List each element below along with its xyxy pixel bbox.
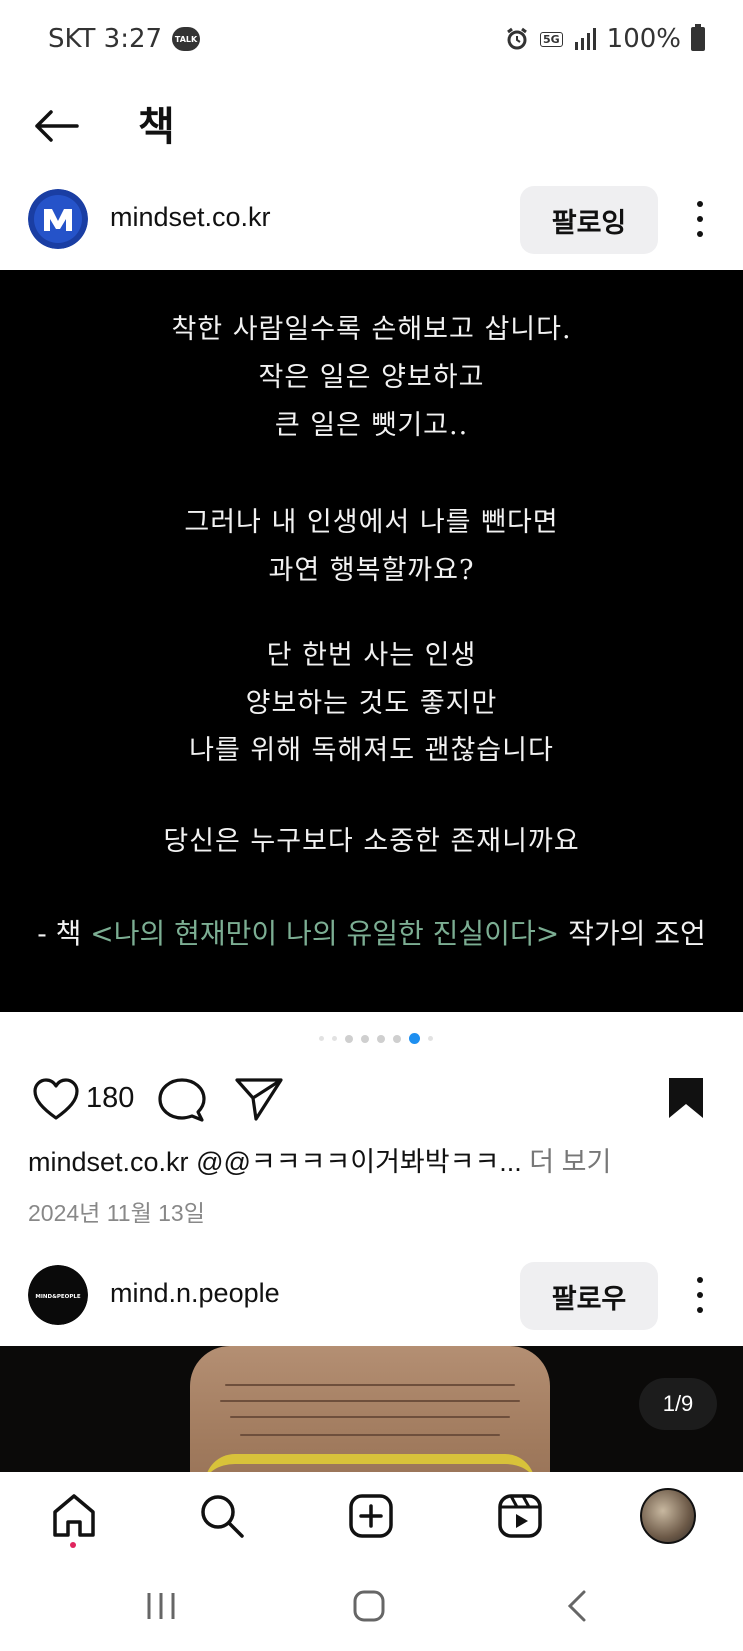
alarm-icon: [507, 27, 527, 50]
carousel-dot: [360, 1034, 369, 1043]
quote-attribution: - 책 <나의 현재만이 나의 유일한 진실이다> 작가의 조언: [0, 912, 743, 952]
post-actions: 180: [0, 1070, 743, 1130]
nav-search[interactable]: [194, 1488, 250, 1544]
top-header: 책: [0, 80, 743, 170]
more-dot: [697, 1277, 703, 1283]
bottom-navigation: [0, 1472, 743, 1562]
post-header: MIND&PEOPLE mind.n.people 팔로우: [0, 1252, 743, 1338]
quote-line: 과연 행복할까요?: [268, 555, 475, 586]
attribution-prefix: - 책: [37, 917, 91, 950]
network-badge: 5G: [539, 31, 563, 47]
forehead-wrinkle: [220, 1400, 520, 1402]
more-dot: [697, 216, 703, 222]
carousel-dot: [376, 1034, 385, 1043]
post-username[interactable]: mind.n.people: [110, 1278, 280, 1309]
reels-icon: [498, 1494, 542, 1538]
bookmark-icon: [669, 1078, 703, 1118]
post-header: mindset.co.kr 팔로잉: [0, 176, 743, 262]
like-count[interactable]: 180: [86, 1082, 134, 1115]
post-image[interactable]: 1/9: [0, 1346, 743, 1472]
forehead-wrinkle: [225, 1384, 515, 1386]
carousel-dot: [392, 1034, 401, 1043]
carousel-dot: [318, 1036, 324, 1041]
mind-people-logo-icon: MIND&PEOPLE: [28, 1265, 88, 1325]
mindset-logo-icon: [28, 189, 88, 249]
more-dot: [697, 1307, 703, 1313]
avatar-logo-text: MIND&PEOPLE: [35, 1294, 80, 1300]
page-title: 책: [138, 104, 175, 150]
recent-apps-button[interactable]: [136, 1584, 186, 1628]
more-dot: [697, 1292, 703, 1298]
status-left: SKT 3:27 TALK: [48, 24, 201, 54]
post-caption[interactable]: mindset.co.kr @@ㅋㅋㅋㅋ이거봐박ㅋㅋ... 더 보기: [28, 1140, 728, 1179]
carousel-dot: [427, 1036, 433, 1041]
forehead-wrinkle: [230, 1416, 510, 1418]
paper-plane-icon: [235, 1078, 283, 1121]
quote-line: 양보하는 것도 좋지만: [245, 688, 498, 719]
notification-dot: [70, 1542, 76, 1548]
more-dot: [697, 231, 703, 237]
post-image[interactable]: 착한 사람일수록 손해보고 삽니다. 작은 일은 양보하고 큰 일은 뺏기고..…: [0, 270, 743, 1012]
more-options-button[interactable]: [686, 194, 714, 244]
avatar[interactable]: MIND&PEOPLE: [28, 1265, 88, 1325]
battery-icon: [691, 24, 705, 51]
caption-text: @@ㅋㅋㅋㅋ이거봐박ㅋㅋ...: [188, 1147, 522, 1177]
home-icon: [53, 1494, 95, 1537]
home-circle-icon: [353, 1590, 385, 1622]
attribution-suffix: 작가의 조언: [559, 917, 706, 950]
arrow-left-icon: [35, 110, 79, 142]
carousel-dot: [344, 1034, 353, 1043]
quote-line: 그러나 내 인생에서 나를 뺀다면: [184, 507, 559, 538]
quote-line: 작은 일은 양보하고: [258, 362, 485, 393]
avatar[interactable]: [28, 189, 88, 249]
quote-line: 나를 위해 독해져도 괜찮습니다: [189, 735, 554, 766]
page-indicator: 1/9: [639, 1378, 717, 1430]
nav-create[interactable]: [343, 1488, 399, 1544]
system-navigation-bar: [0, 1562, 743, 1651]
like-button[interactable]: [32, 1076, 80, 1124]
caption-username[interactable]: mindset.co.kr: [28, 1147, 189, 1177]
carrier-time: SKT 3:27: [48, 24, 163, 54]
quote-line: 착한 사람일수록 손해보고 삽니다.: [171, 314, 572, 345]
status-right: 5G 100%: [504, 24, 705, 54]
back-button[interactable]: [28, 98, 84, 154]
more-options-button[interactable]: [686, 1270, 714, 1320]
quote-line: 큰 일은 뺏기고..: [274, 410, 469, 441]
recent-apps-icon: [147, 1593, 175, 1619]
plus-square-icon: [349, 1494, 393, 1538]
more-dot: [697, 201, 703, 207]
profile-avatar: [640, 1488, 696, 1544]
heart-icon: [33, 1078, 79, 1120]
post-date: 2024년 11월 13일: [28, 1200, 205, 1226]
book-title: <나의 현재만이 나의 유일한 진실이다>: [90, 917, 560, 950]
search-icon: [201, 1495, 244, 1538]
follow-button[interactable]: 팔로우: [520, 1262, 658, 1330]
chevron-left-icon: [567, 1590, 586, 1622]
carousel-indicator: [0, 1033, 743, 1044]
speech-bubble-icon: [158, 1078, 206, 1122]
forehead-wrinkle: [240, 1434, 500, 1436]
nav-home[interactable]: [46, 1488, 102, 1544]
save-button[interactable]: [666, 1076, 710, 1124]
back-system-button[interactable]: [552, 1584, 602, 1628]
nav-profile[interactable]: [640, 1488, 696, 1544]
post-username[interactable]: mindset.co.kr: [110, 202, 271, 233]
quote-line: 당신은 누구보다 소중한 존재니까요: [163, 826, 580, 857]
signal-icon: [574, 28, 596, 50]
carousel-dot: [331, 1036, 337, 1041]
comment-button[interactable]: [158, 1076, 206, 1124]
share-button[interactable]: [234, 1076, 286, 1124]
carousel-dot-active: [408, 1033, 420, 1044]
glasses-frame: [205, 1454, 535, 1472]
battery-percent: 100%: [606, 24, 681, 54]
status-bar: SKT 3:27 TALK 5G 100%: [0, 0, 743, 80]
kakaotalk-icon: TALK: [172, 27, 201, 51]
nav-reels[interactable]: [492, 1488, 548, 1544]
following-button[interactable]: 팔로잉: [520, 186, 658, 254]
home-system-button[interactable]: [344, 1584, 394, 1628]
caption-more-link[interactable]: 더 보기: [522, 1147, 611, 1177]
quote-line: 단 한번 사는 인생: [266, 640, 477, 671]
